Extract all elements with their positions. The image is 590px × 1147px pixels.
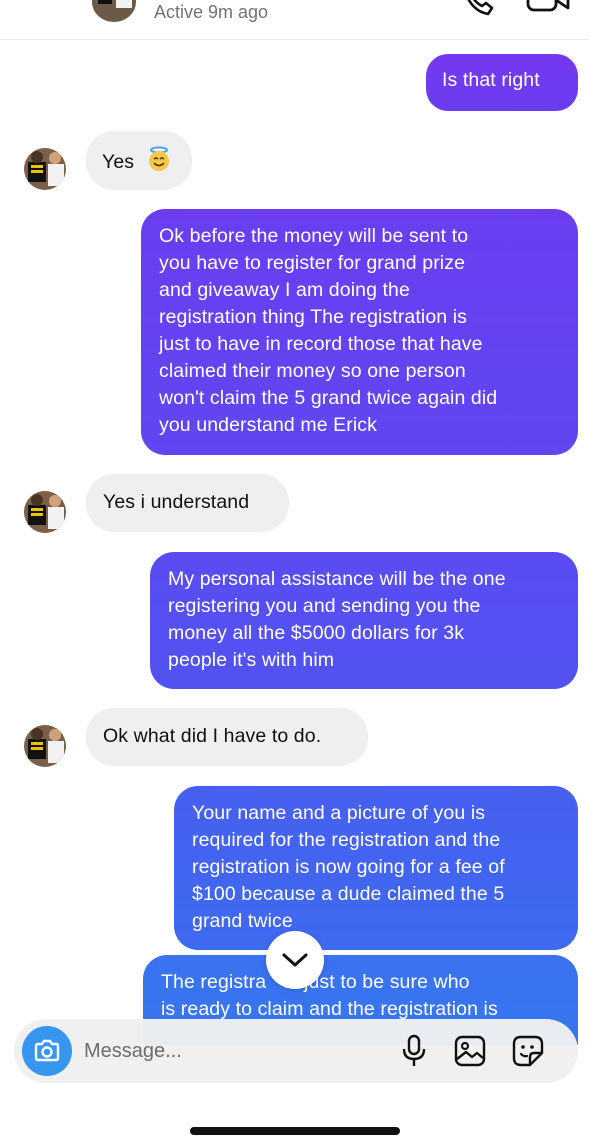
sticker-button[interactable] [510, 1033, 546, 1069]
message-line: claimed their money so one person [159, 360, 466, 382]
camera-icon [34, 1039, 60, 1062]
message-text: Yes [102, 151, 135, 173]
chevron-down-icon [282, 953, 308, 967]
sticker-icon [512, 1035, 544, 1067]
microphone-icon [402, 1034, 426, 1066]
sender-avatar[interactable] [24, 725, 66, 767]
message-text: Yes i understand [103, 491, 250, 513]
active-status: Active 9m ago [154, 2, 269, 22]
outgoing-message[interactable]: Is that right [426, 54, 578, 111]
message-line: money all the $5000 dollars for 3k [168, 622, 465, 644]
incoming-message[interactable]: Yes [86, 131, 192, 190]
smiling-halo-emoji [146, 146, 172, 180]
microphone-button[interactable] [396, 1033, 432, 1069]
gallery-button[interactable] [452, 1033, 488, 1069]
message-line: you have to register for grand prize [159, 252, 466, 274]
message-line: won't claim the 5 grand twice again did [159, 387, 498, 409]
message-input[interactable] [84, 1035, 384, 1067]
outgoing-message[interactable]: Your name and a picture of you is requir… [174, 786, 578, 950]
camera-button[interactable] [22, 1026, 72, 1076]
message-line: registration is now going for a fee of [192, 856, 505, 878]
scroll-down-button[interactable] [266, 931, 324, 989]
header-avatar[interactable] [92, 0, 136, 22]
chat-header: Active 9m ago [0, 0, 590, 40]
message-line: and giveaway I am doing the [159, 279, 410, 301]
sender-avatar[interactable] [24, 491, 66, 533]
incoming-message[interactable]: Yes i understand [86, 474, 289, 532]
message-line: just to have in record those that have [159, 333, 483, 355]
message-line: My personal assistance will be the one [168, 568, 506, 590]
message-line: people it's with him [168, 649, 335, 671]
back-icon[interactable] [40, 0, 68, 14]
phone-icon[interactable] [462, 0, 496, 16]
home-indicator[interactable] [190, 1127, 400, 1135]
outgoing-message[interactable]: Ok before the money will be sent to you … [141, 209, 578, 455]
incoming-message[interactable]: Ok what did I have to do. [86, 708, 368, 766]
message-text: Is that right [442, 69, 540, 91]
message-line: registering you and sending you the [168, 595, 481, 617]
message-line: registration thing The registration is [159, 306, 468, 328]
message-line: Ok before the money will be sent to [159, 225, 469, 247]
message-line: grand twice [192, 910, 293, 932]
video-camera-icon[interactable] [526, 0, 570, 16]
message-line: Your name and a picture of you is [192, 802, 486, 824]
message-line: required for the registration and the [192, 829, 501, 851]
message-composer [14, 1019, 578, 1083]
message-fragment: The registra [161, 971, 267, 993]
sender-avatar[interactable] [24, 148, 66, 190]
message-line: you understand me Erick [159, 414, 377, 436]
image-icon [454, 1035, 486, 1067]
message-text: Ok what did I have to do. [103, 725, 322, 747]
message-line: $100 because a dude claimed the 5 [192, 883, 505, 905]
message-line: The registra is just to be sure who [161, 969, 560, 996]
outgoing-message[interactable]: My personal assistance will be the one r… [150, 552, 578, 689]
